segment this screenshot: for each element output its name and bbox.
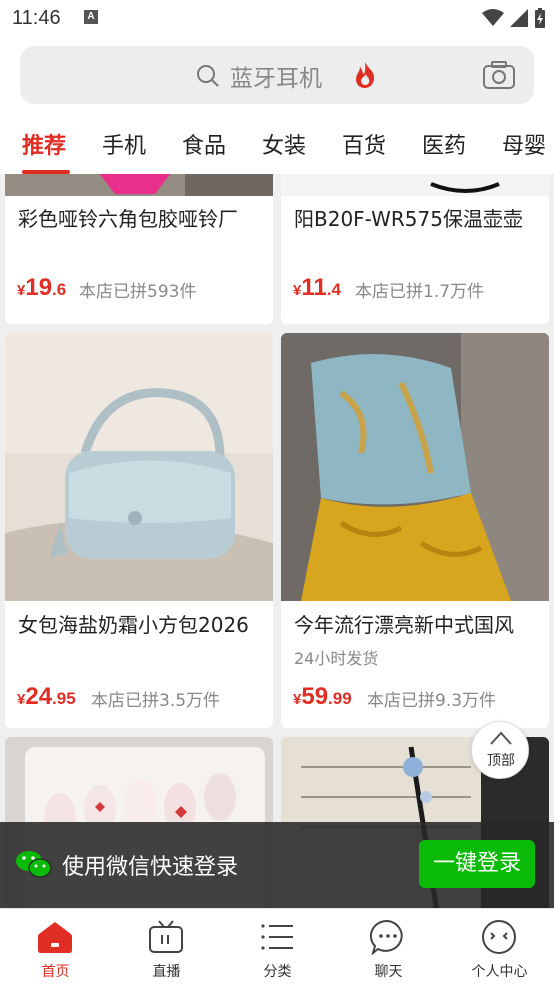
product-price: ¥59.99 (293, 683, 352, 711)
tv-icon (149, 920, 183, 953)
price-integer: 19 (25, 274, 53, 301)
nav-label: 聊天 (374, 964, 403, 980)
nav-live[interactable]: 直播 (111, 909, 222, 984)
category-tabs: 推荐 手机 食品 女装 百货 医药 母婴 (0, 116, 554, 174)
nav-label: 分类 (263, 964, 292, 980)
product-title: 女包海盐奶霜小方包2026 (18, 613, 249, 637)
sold-count: 本店已拼3.5万件 (91, 691, 221, 711)
nav-chat[interactable]: 聊天 (333, 909, 444, 984)
chevron-up-icon (490, 731, 512, 745)
product-title: 彩色哑铃六角包胶哑铃厂 (18, 207, 238, 231)
tab-general-goods[interactable]: 百货 (342, 128, 386, 160)
status-time: 11:46 (12, 7, 61, 29)
product-card[interactable]: 彩色哑铃六角包胶哑铃厂 ¥19.6 本店已拼593件 (5, 174, 273, 324)
price-integer: 24 (25, 683, 53, 710)
product-title: 阳B20F-WR575保温壶壶 (294, 207, 523, 231)
battery-icon (535, 8, 545, 28)
one-click-login-button[interactable]: 一键登录 (419, 840, 535, 888)
notification-icon: A (84, 10, 98, 24)
home-icon (38, 922, 72, 953)
search-bar[interactable]: 蓝牙耳机 (20, 46, 534, 104)
nav-profile[interactable]: 个人中心 (444, 909, 554, 984)
tab-recommend[interactable]: 推荐 (22, 128, 66, 160)
product-card[interactable]: 女包海盐奶霜小方包2026 ¥24.95 本店已拼3.5万件 (5, 333, 273, 728)
nav-home[interactable]: 首页 (0, 909, 111, 984)
product-image (281, 333, 549, 601)
nav-category[interactable]: 分类 (222, 909, 333, 984)
product-card[interactable]: 今年流行漂亮新中式国风 24小时发货 ¥59.99 本店已拼9.3万件 (281, 333, 549, 728)
search-placeholder: 蓝牙耳机 (230, 66, 322, 92)
bottom-nav: 首页 直播 分类 聊天 个人中心 (0, 908, 554, 984)
shipping-tag: 24小时发货 (294, 649, 379, 668)
product-image (281, 174, 549, 196)
tab-womens-clothing[interactable]: 女装 (262, 128, 306, 160)
tab-baby[interactable]: 母婴 (502, 128, 546, 160)
signal-icon (510, 9, 528, 27)
back-to-top-label: 顶部 (487, 753, 515, 769)
price-decimal: .6 (52, 280, 67, 299)
status-icons (482, 8, 546, 28)
search-icon (197, 65, 219, 87)
product-price: ¥11.4 (293, 274, 341, 302)
chat-icon (370, 919, 403, 955)
product-title: 今年流行漂亮新中式国风 (294, 613, 514, 637)
fire-icon (356, 62, 375, 88)
wifi-icon (482, 9, 504, 26)
price-integer: 11 (301, 274, 327, 301)
nav-label: 首页 (41, 964, 70, 980)
product-price: ¥19.6 (17, 274, 66, 302)
camera-icon[interactable] (482, 60, 516, 90)
price-decimal: .99 (328, 689, 352, 708)
price-decimal: .95 (52, 689, 76, 708)
search-area: 蓝牙耳机 (0, 36, 554, 116)
tab-phones[interactable]: 手机 (102, 128, 146, 160)
sold-count: 本店已拼9.3万件 (367, 691, 497, 711)
product-price: ¥24.95 (17, 683, 76, 711)
product-image (5, 333, 273, 601)
list-icon (261, 924, 293, 950)
tab-medicine[interactable]: 医药 (422, 128, 466, 160)
price-integer: 59 (301, 683, 329, 710)
sold-count: 本店已拼593件 (79, 282, 197, 302)
nav-label: 直播 (152, 964, 181, 980)
login-prompt-text: 使用微信快速登录 (62, 855, 239, 880)
wechat-login-banner: 使用微信快速登录 一键登录 (0, 822, 554, 908)
product-card[interactable]: 阳B20F-WR575保温壶壶 ¥11.4 本店已拼1.7万件 (281, 174, 549, 324)
price-decimal: .4 (326, 280, 341, 299)
profile-icon (482, 920, 516, 954)
product-feed[interactable]: 彩色哑铃六角包胶哑铃厂 ¥19.6 本店已拼593件 阳B20F-WR575保温… (0, 174, 554, 908)
status-bar: 11:46 A (0, 0, 554, 36)
tab-food[interactable]: 食品 (182, 128, 226, 160)
wechat-icon (16, 851, 52, 878)
back-to-top-button[interactable]: 顶部 (471, 721, 529, 779)
nav-label: 个人中心 (471, 964, 528, 980)
product-image (5, 174, 273, 196)
sold-count: 本店已拼1.7万件 (355, 282, 485, 302)
